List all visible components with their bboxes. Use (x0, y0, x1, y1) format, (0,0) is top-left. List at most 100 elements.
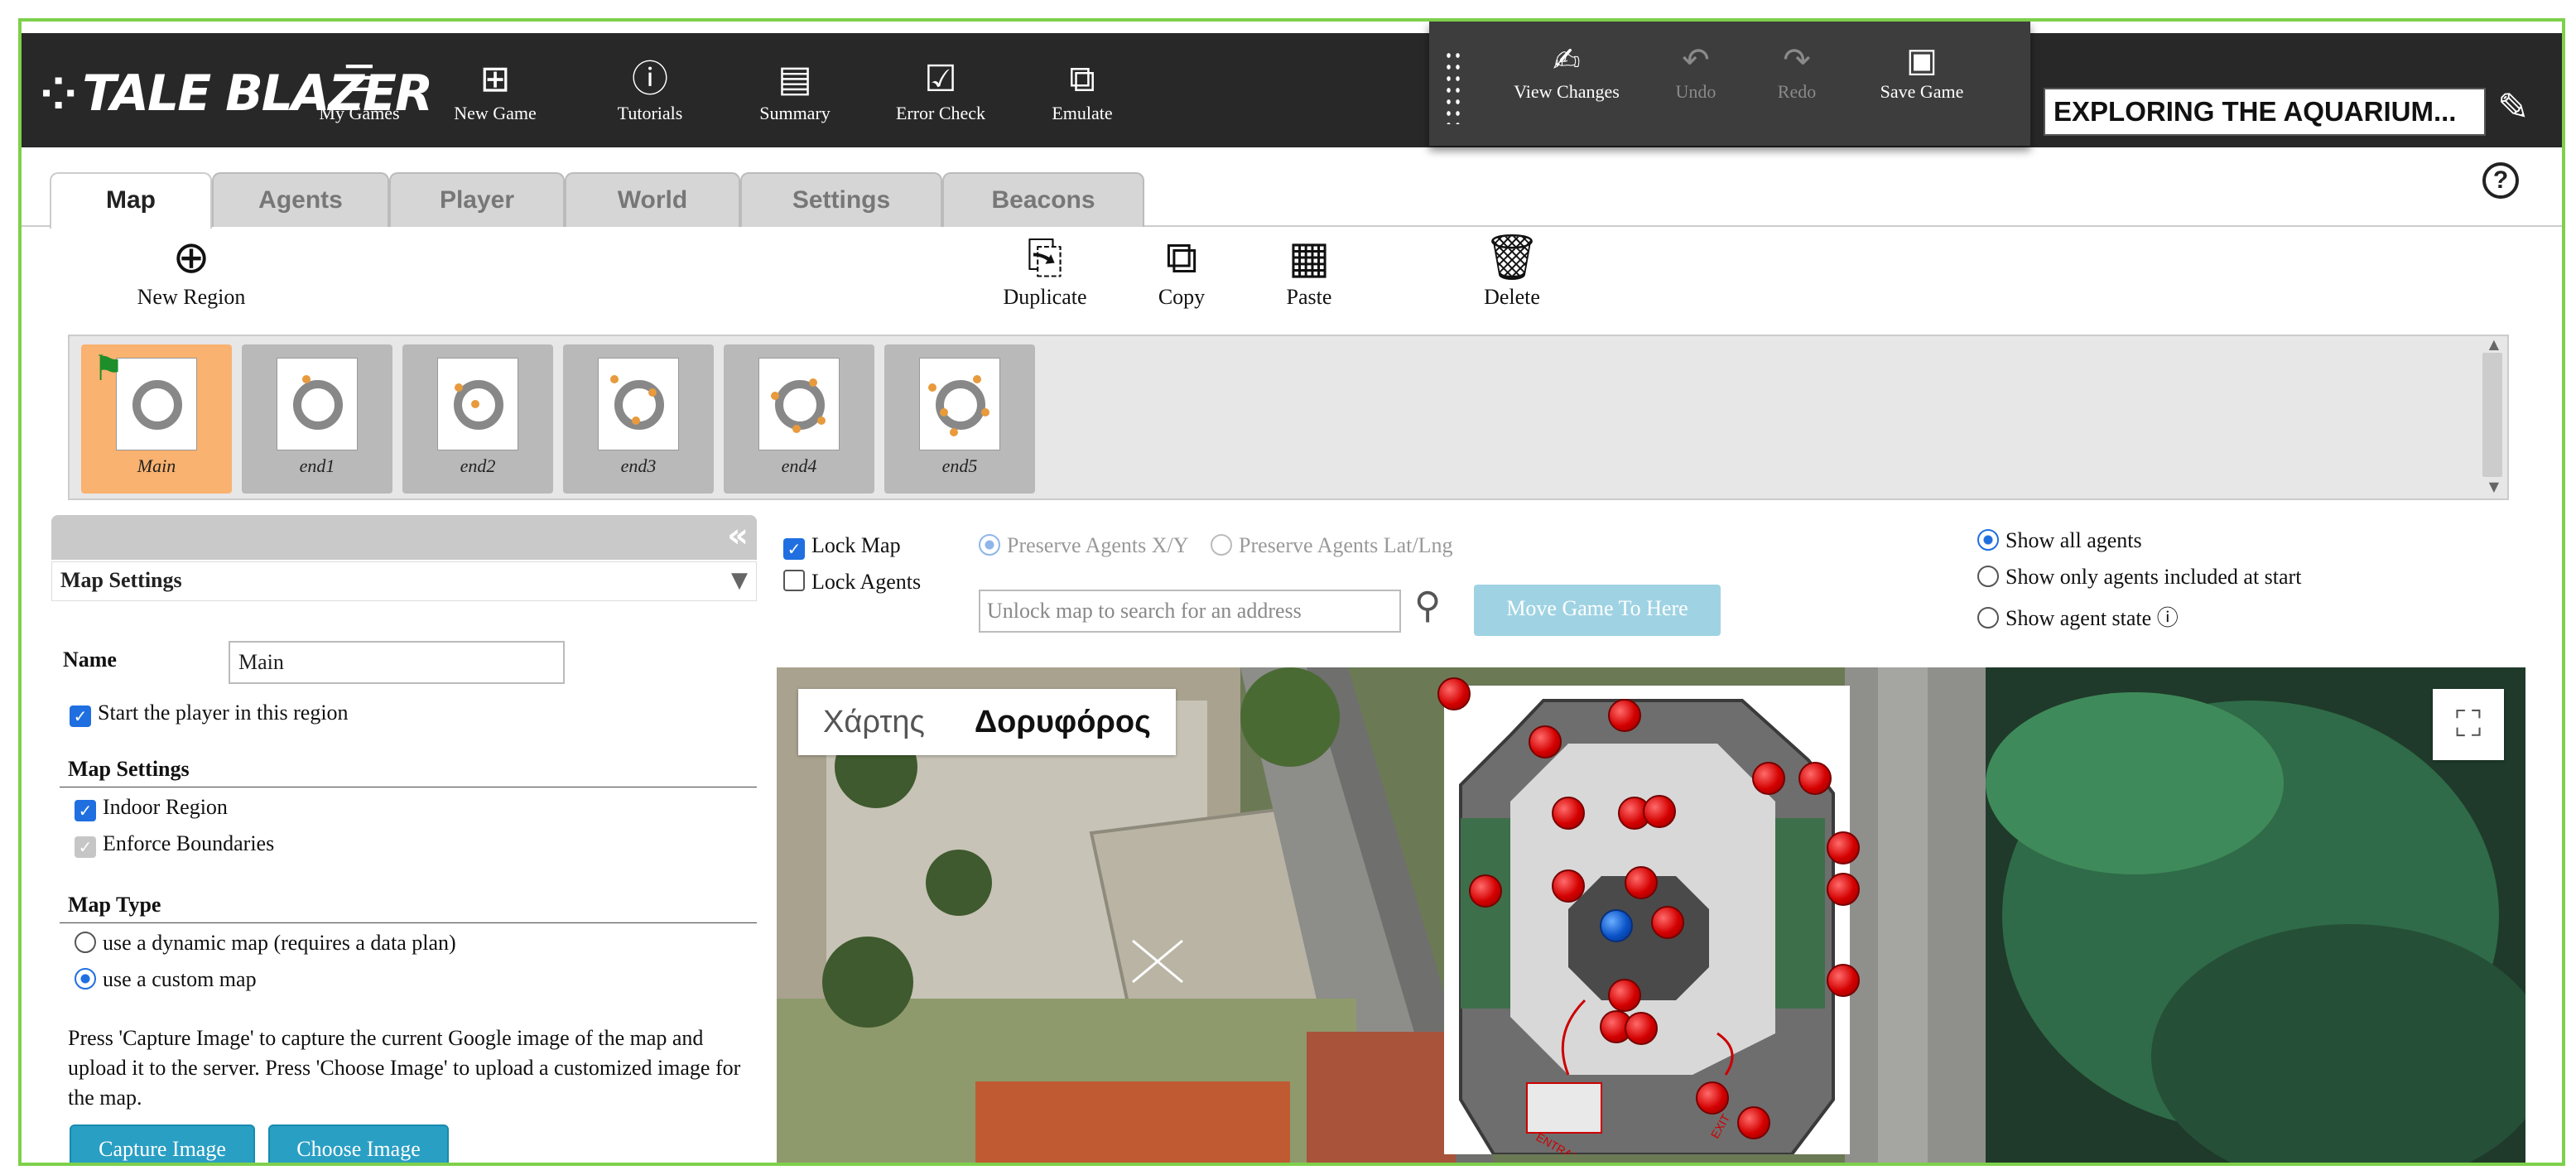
lock-map-checkbox[interactable]: ✓ Lock Map (783, 533, 901, 560)
search-icon[interactable]: ⚲ (1414, 585, 1441, 627)
map-settings-section-title: Map Settings (68, 757, 190, 781)
agent-pin[interactable] (1608, 699, 1641, 732)
capture-image-button[interactable]: Capture Image (70, 1124, 255, 1163)
duplicate-button[interactable]: ⎘ Duplicate (987, 230, 1103, 310)
game-title-field[interactable]: EXPLORING THE AQUARIUM... (2044, 88, 2486, 136)
agent-pin[interactable] (1696, 1081, 1729, 1115)
my-games-button[interactable]: ☰ My Games (308, 56, 411, 142)
agent-pin[interactable] (1643, 795, 1676, 828)
address-search-input[interactable]: Unlock map to search for an address (979, 590, 1401, 633)
delete-button[interactable]: 🗑 Delete (1471, 230, 1553, 310)
save-game-button[interactable]: ▣ Save Game (1868, 40, 1976, 103)
radio-icon (75, 932, 96, 953)
changes-toolbar[interactable]: ✍ View Changes ↶ Undo ↷ Redo ▣ Save Game (1429, 22, 2030, 146)
scroll-down-icon[interactable]: ▼ (2489, 479, 2499, 494)
drag-handle[interactable] (1444, 50, 1462, 124)
map-type-section-title: Map Type (68, 893, 161, 917)
tutorials-button[interactable]: ⓘ Tutorials (604, 56, 696, 142)
agent-pin[interactable] (1827, 964, 1860, 997)
redo-button[interactable]: ↷ Redo (1764, 40, 1830, 103)
enforce-boundaries-checkbox: ✓ Enforce Boundaries (75, 831, 274, 858)
tab-player[interactable]: Player (389, 172, 565, 227)
region-end2[interactable]: end2 (402, 344, 553, 494)
tab-map[interactable]: Map (50, 172, 212, 229)
region-scrollbar[interactable] (2482, 353, 2502, 477)
agent-pin[interactable] (1529, 725, 1562, 758)
region-end5[interactable]: end5 (884, 344, 1035, 494)
paste-button[interactable]: ▦ Paste (1272, 230, 1346, 310)
radio-selected-icon (75, 968, 96, 990)
tab-world[interactable]: World (565, 172, 740, 227)
region-main[interactable]: ⚑ Main (81, 344, 232, 494)
agent-pin[interactable] (1625, 1012, 1658, 1045)
map-settings-header[interactable]: Map Settings ▼ (51, 561, 757, 601)
info-icon[interactable]: ⓘ (2157, 606, 2179, 631)
panel-header: « (51, 515, 757, 560)
agent-pin[interactable] (1827, 831, 1860, 864)
error-check-label: Error Check (895, 103, 986, 123)
agent-pin[interactable] (1552, 797, 1585, 830)
region-end3[interactable]: end3 (563, 344, 714, 494)
copy-icon: ⧉ (1165, 231, 1198, 283)
region-label: end5 (941, 455, 978, 476)
agent-pin[interactable] (1737, 1106, 1770, 1139)
map-type-toggle[interactable]: Χάρτης Δορυφόρος (798, 689, 1176, 755)
map-type-map-button[interactable]: Χάρτης (798, 689, 950, 755)
agent-pin[interactable] (1752, 762, 1785, 795)
agent-pin[interactable] (1608, 979, 1641, 1012)
trash-icon: 🗑 (1483, 231, 1541, 283)
region-end4[interactable]: end4 (724, 344, 874, 494)
error-check-button[interactable]: ☑ Error Check (879, 56, 1002, 142)
view-changes-button[interactable]: ✍ View Changes (1500, 40, 1633, 103)
copy-label: Copy (1158, 285, 1206, 309)
emulate-button[interactable]: ⧉ Emulate (1033, 56, 1131, 142)
preserve-latlng-radio: Preserve Agents Lat/Lng (1211, 533, 1453, 558)
lock-agents-checkbox[interactable]: Lock Agents (783, 570, 921, 595)
move-game-button[interactable]: Move Game To Here (1474, 585, 1721, 636)
agent-pin[interactable] (1798, 762, 1832, 795)
agent-pin[interactable] (1437, 677, 1471, 710)
custom-map-radio[interactable]: use a custom map (75, 967, 257, 992)
show-all-agents-radio[interactable]: Show all agents (1977, 528, 2142, 553)
start-player-checkbox[interactable]: ✓ Start the player in this region (70, 701, 349, 727)
tutorials-label: Tutorials (617, 103, 683, 123)
plus-circle-icon: ⊕ (172, 231, 210, 283)
name-label: Name (63, 648, 117, 672)
radio-icon (1977, 607, 1999, 628)
region-name-input[interactable]: Main (229, 641, 565, 684)
show-included-agents-radio[interactable]: Show only agents included at start (1977, 565, 2301, 590)
tab-beacons[interactable]: Beacons (942, 172, 1144, 227)
show-agent-state-radio[interactable]: Show agent state ⓘ (1977, 601, 2179, 632)
indoor-region-checkbox[interactable]: ✓ Indoor Region (75, 795, 228, 821)
summary-button[interactable]: ▤ Summary (745, 56, 845, 142)
undo-button[interactable]: ↶ Undo (1663, 40, 1729, 103)
agent-pin[interactable] (1469, 874, 1502, 908)
choose-image-button[interactable]: Choose Image (268, 1124, 449, 1163)
region-end1[interactable]: end1 (242, 344, 392, 494)
checkbox-disabled-icon: ✓ (75, 836, 96, 858)
player-pin[interactable] (1600, 909, 1633, 942)
region-label: end2 (460, 455, 496, 476)
summary-icon: ▤ (778, 58, 812, 100)
tab-agents[interactable]: Agents (212, 172, 389, 227)
delete-label: Delete (1484, 285, 1540, 309)
agent-pin[interactable] (1625, 866, 1658, 899)
fullscreen-icon[interactable]: ⛶ (2433, 689, 2504, 760)
dynamic-map-radio[interactable]: use a dynamic map (requires a data plan) (75, 931, 456, 956)
help-icon[interactable]: ? (2482, 162, 2519, 199)
agent-pin[interactable] (1651, 906, 1684, 939)
new-game-button[interactable]: ⊞ New Game (444, 56, 546, 142)
scroll-up-icon[interactable]: ▲ (2489, 336, 2499, 352)
map-type-satellite-button[interactable]: Δορυφόρος (950, 689, 1176, 755)
radio-selected-icon (1977, 529, 1999, 551)
agent-pin[interactable] (1827, 873, 1860, 906)
new-region-button[interactable]: ⊕ New Region (113, 230, 270, 310)
map-view[interactable]: Χάρτης Δορυφόρος ⛶ ENTRANCE EXIT (777, 667, 2525, 1163)
pencil-icon[interactable]: ✎ (2497, 84, 2530, 129)
tab-settings[interactable]: Settings (740, 172, 942, 227)
agent-pin[interactable] (1552, 869, 1585, 903)
collapse-icon[interactable]: « (727, 517, 749, 555)
copy-button[interactable]: ⧉ Copy (1144, 230, 1219, 310)
region-label: end1 (299, 455, 335, 476)
checkbox-checked-icon: ✓ (75, 800, 96, 821)
